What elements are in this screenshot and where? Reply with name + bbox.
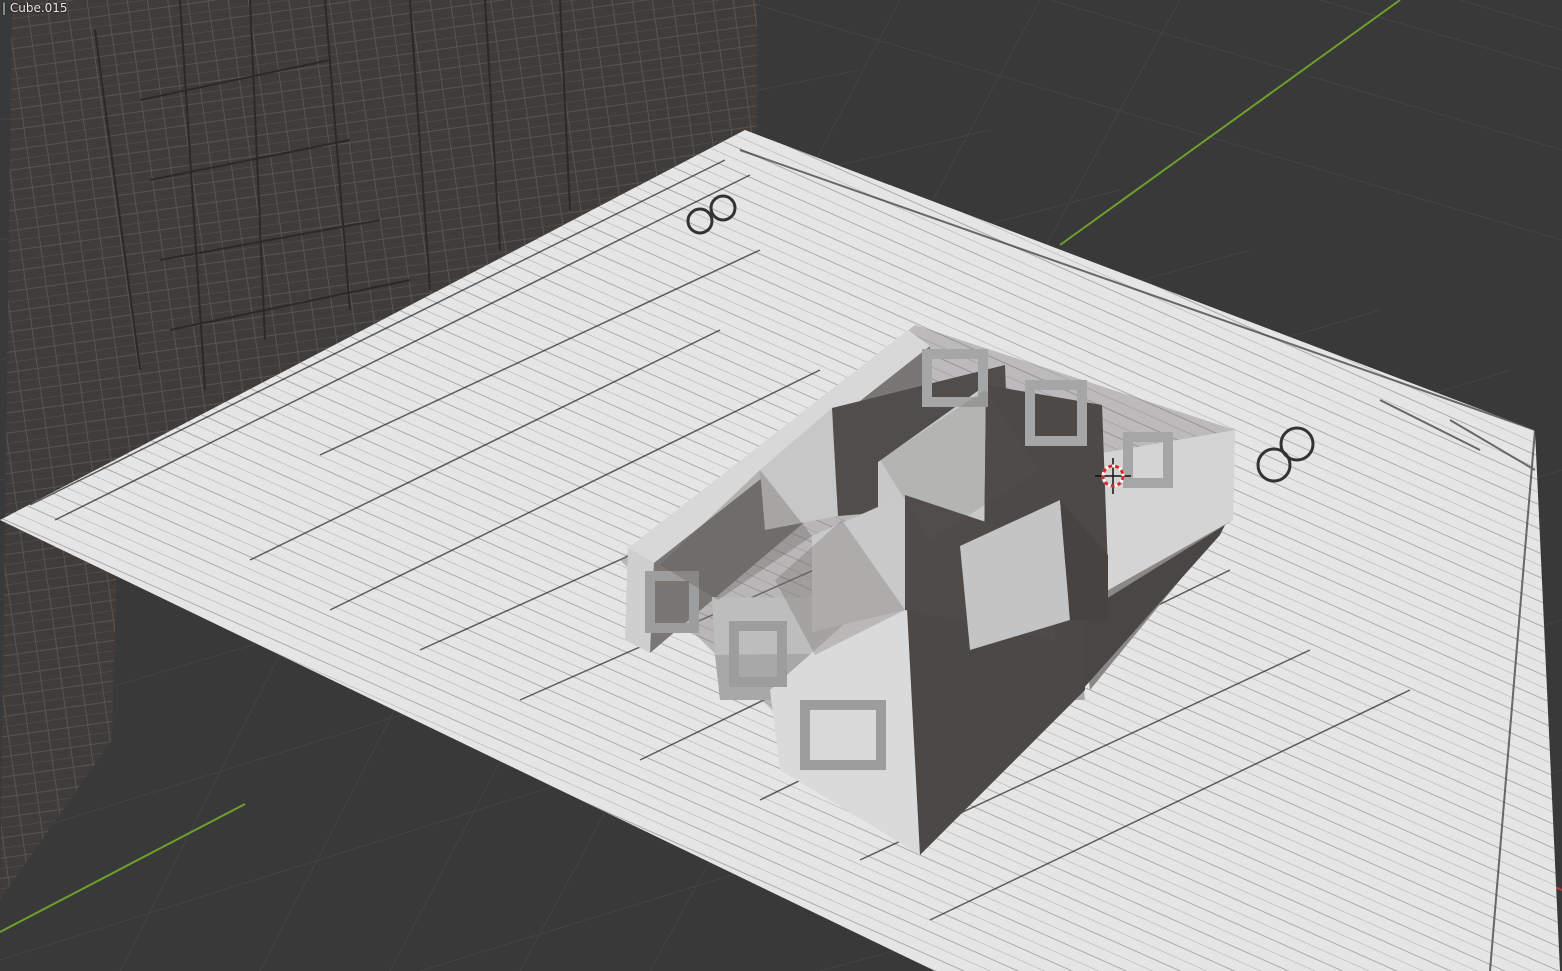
object-name-label: | Cube.015 (2, 1, 68, 15)
viewport-scene[interactable] (0, 0, 1562, 971)
y-axis-line-far (1059, 0, 1401, 246)
3d-viewport[interactable]: | Cube.015 (0, 0, 1562, 971)
